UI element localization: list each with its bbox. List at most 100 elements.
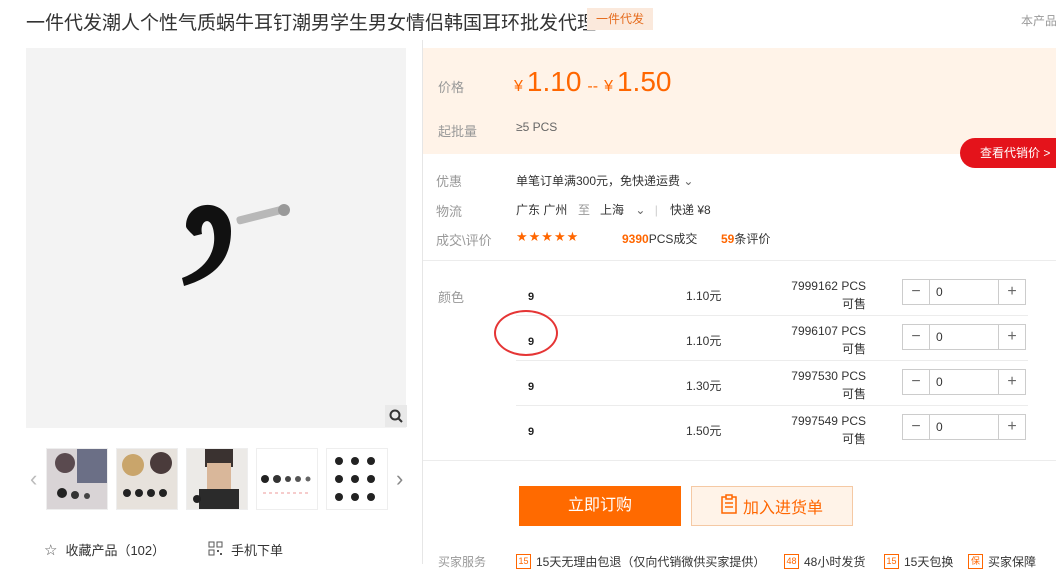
- minus-icon[interactable]: −: [903, 325, 929, 349]
- service-text: 15天无理由包退（仅向代销微供买家提供）: [536, 555, 766, 569]
- express-fee: 快递 ¥8: [670, 203, 711, 217]
- promo-label: 优惠: [436, 174, 463, 189]
- chevron-down-icon: ⌄: [683, 174, 694, 188]
- price-range: ¥ 1.10 -- ¥ 1.50: [514, 66, 671, 98]
- quantity-input[interactable]: 0: [929, 280, 999, 304]
- price-panel: [423, 48, 1056, 154]
- minus-icon[interactable]: −: [903, 370, 929, 394]
- price-separator: --: [587, 78, 599, 95]
- thumbnail[interactable]: [46, 448, 108, 510]
- zoom-icon[interactable]: [385, 405, 407, 427]
- deals-label: 成交\评价: [436, 233, 492, 248]
- sku-price: 1.50元: [686, 424, 722, 438]
- services-label: 买家服务: [438, 555, 487, 569]
- favorite-product[interactable]: ☆ 收藏产品（102）: [44, 540, 165, 559]
- ship-from: 广东 广州: [516, 203, 568, 217]
- service-text: 48小时发货: [804, 555, 866, 569]
- svg-text:9: 9: [528, 381, 534, 393]
- svg-text:9: 9: [528, 291, 534, 303]
- sku-price: 1.30元: [686, 379, 722, 393]
- shield-icon: 保: [968, 554, 983, 569]
- clipboard-icon: [721, 493, 737, 519]
- deal-count-unit: PCS成交: [648, 232, 698, 246]
- product-title: 一件代发潮人个性气质蜗牛耳钉潮男学生男女情侣韩国耳环批发代理: [26, 13, 597, 34]
- logistics-label: 物流: [436, 204, 463, 219]
- review-count-number: 59: [721, 232, 735, 246]
- sku-stock: 7997549 PCS可售: [791, 414, 866, 446]
- add-to-cart-label: 加入进货单: [742, 500, 823, 517]
- rating-stars-icon: ★★★★★: [516, 229, 580, 244]
- promo-dropdown[interactable]: 单笔订单满300元，免快递运费 ⌄: [516, 172, 693, 189]
- review-count-unit: 条评价: [734, 232, 771, 246]
- quantity-input[interactable]: 0: [929, 370, 999, 394]
- price-label: 价格: [438, 80, 465, 95]
- currency-symbol: ¥: [604, 78, 613, 95]
- sku-stock: 7997530 PCS可售: [791, 369, 866, 401]
- sku-thumbnail[interactable]: 9: [524, 420, 544, 440]
- service-item[interactable]: 保买家保障: [968, 553, 1036, 570]
- service-text: 15天包换: [904, 555, 954, 569]
- sku-price: 1.10元: [686, 289, 722, 303]
- thumb-next-icon[interactable]: ›: [396, 466, 403, 492]
- currency-symbol: ¥: [514, 78, 523, 95]
- quantity-stepper: − 0 +: [902, 369, 1026, 395]
- sku-stock: 7996107 PCS可售: [791, 324, 866, 356]
- sku-price: 1.10元: [686, 334, 722, 348]
- favorite-label: 收藏产品（102）: [65, 543, 166, 558]
- divider: [516, 315, 1028, 316]
- product-link[interactable]: 本产品: [1021, 12, 1056, 29]
- shipping-icon: 48: [784, 554, 799, 569]
- buy-now-button[interactable]: 立即订购: [519, 486, 681, 526]
- sku-row: 9 1.50元 7997549 PCS可售 − 0 +: [516, 407, 1028, 452]
- divider: [423, 260, 1056, 261]
- minus-icon[interactable]: −: [903, 415, 929, 439]
- sku-thumbnail[interactable]: 9: [524, 375, 544, 395]
- quantity-input[interactable]: 0: [929, 325, 999, 349]
- star-outline-icon: ☆: [44, 541, 58, 559]
- service-item[interactable]: 15 15天包换: [884, 553, 953, 570]
- ship-to: 上海: [600, 203, 625, 217]
- dropship-badge: 一件代发: [587, 8, 654, 30]
- thumbnail[interactable]: [256, 448, 318, 510]
- sku-row: 9 1.30元 7997530 PCS可售 − 0 +: [516, 362, 1028, 407]
- moq-value: ≥5 PCS: [516, 120, 558, 134]
- sku-row: 9 1.10元 7999162 PCS可售 − 0 +: [516, 272, 1028, 317]
- add-to-cart-button[interactable]: 加入进货单: [691, 486, 853, 526]
- review-count[interactable]: 59条评价: [721, 230, 770, 247]
- minus-icon[interactable]: −: [903, 280, 929, 304]
- ship-to-word: 至: [578, 203, 591, 217]
- promo-text: 单笔订单满300元，免快递运费: [516, 174, 681, 188]
- thumbnail[interactable]: [186, 448, 248, 510]
- thumb-prev-icon[interactable]: ‹: [30, 466, 37, 492]
- mobile-label: 手机下单: [231, 543, 284, 558]
- plus-icon[interactable]: +: [999, 280, 1025, 304]
- svg-text:9: 9: [528, 426, 534, 438]
- sku-thumbnail[interactable]: 9: [524, 285, 544, 305]
- service-item[interactable]: 48 48小时发货: [784, 553, 865, 570]
- chevron-down-icon: ⌄: [635, 203, 646, 217]
- thumbnail[interactable]: [116, 448, 178, 510]
- divider: [516, 360, 1028, 361]
- quantity-stepper: − 0 +: [902, 414, 1026, 440]
- main-product-image[interactable]: [26, 48, 406, 428]
- plus-icon[interactable]: +: [999, 415, 1025, 439]
- deal-count-number: 9390: [622, 232, 649, 246]
- deal-count[interactable]: 9390PCS成交: [622, 230, 697, 247]
- plus-icon[interactable]: +: [999, 370, 1025, 394]
- ship-to-select[interactable]: 上海 ⌄ |: [600, 201, 658, 218]
- sku-row: 9 1.10元 7996107 PCS可售 − 0 +: [516, 317, 1028, 362]
- quantity-stepper: − 0 +: [902, 324, 1026, 350]
- color-label: 颜色: [438, 290, 465, 305]
- service-text: 买家保障: [988, 555, 1037, 569]
- view-agent-price-button[interactable]: 查看代销价 >: [960, 138, 1056, 168]
- exchange-icon: 15: [884, 554, 899, 569]
- quantity-input[interactable]: 0: [929, 415, 999, 439]
- qr-code-icon: [208, 541, 223, 559]
- mobile-order[interactable]: 手机下单: [208, 540, 283, 559]
- plus-icon[interactable]: +: [999, 325, 1025, 349]
- thumbnail[interactable]: [326, 448, 388, 510]
- service-item[interactable]: 15 15天无理由包退（仅向代销微供买家提供）: [516, 553, 765, 570]
- price-min: 1.10: [526, 66, 582, 97]
- quantity-stepper: − 0 +: [902, 279, 1026, 305]
- moq-label: 起批量: [438, 124, 478, 139]
